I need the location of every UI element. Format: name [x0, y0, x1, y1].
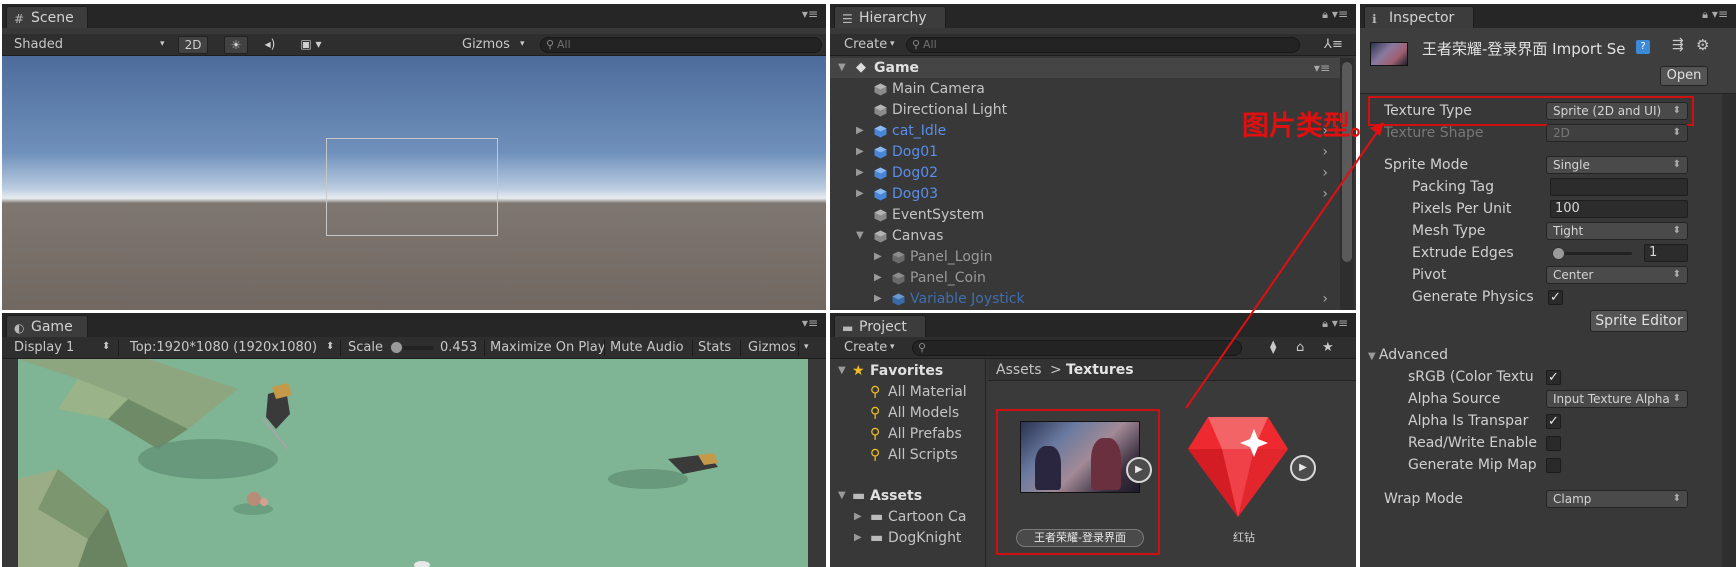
annotation-arrow: [1185, 122, 1384, 409]
